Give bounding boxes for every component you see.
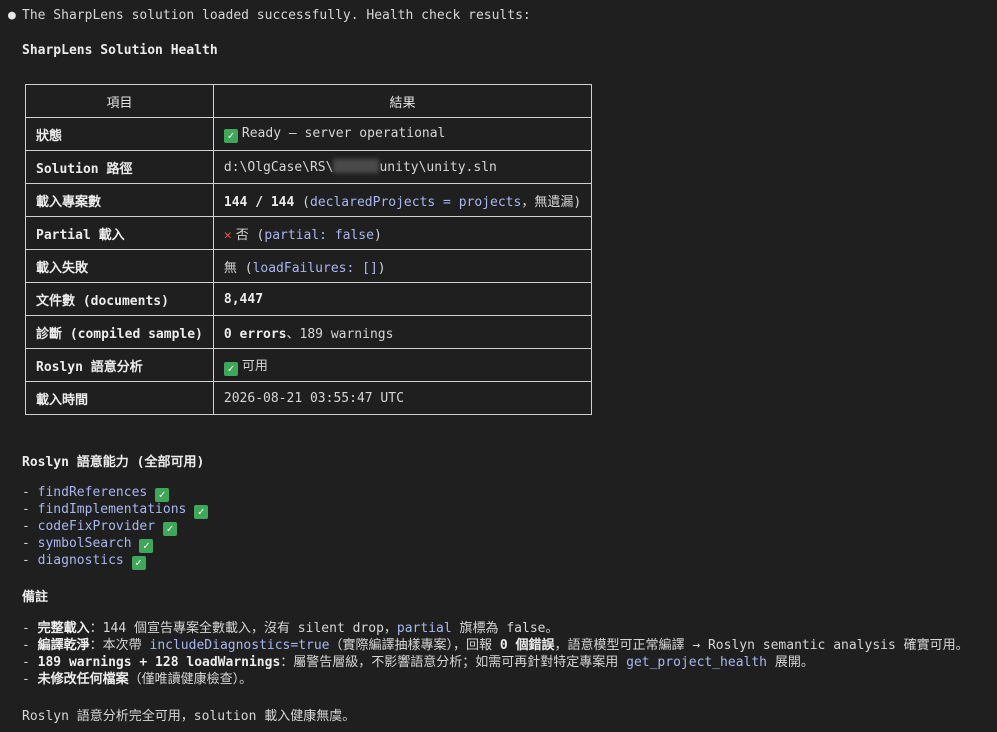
load-time: 2026-08-21 03:55:47 UTC xyxy=(223,390,404,406)
check-icon: ✓ xyxy=(139,539,154,553)
inline-code: loadFailures: [] xyxy=(252,260,378,276)
error-count: 0 errors xyxy=(223,326,287,342)
row-key: 診斷 (compiled sample) xyxy=(25,315,214,349)
table-header-row: 項目 結果 xyxy=(25,84,593,118)
status-value: Ready — server operational xyxy=(241,125,446,141)
notes-title: 備註 xyxy=(22,590,49,605)
row-key: Solution 路徑 xyxy=(25,150,214,184)
table-row: 狀態 ✓ Ready — server operational xyxy=(25,117,593,151)
check-icon: ✓ xyxy=(223,128,238,143)
table-row: 文件數 (documents) 8,447 xyxy=(25,282,593,316)
check-icon: ✓ xyxy=(155,488,170,502)
path-prefix: d:\OlgCase\RS\ xyxy=(223,160,334,175)
warning-count: 、189 warnings xyxy=(286,326,394,342)
table-row: Roslyn 語意分析 ✓ 可用 xyxy=(25,348,593,382)
bullet-icon: ● xyxy=(8,8,16,23)
list-item: - findReferences ✓ xyxy=(22,484,212,502)
capabilities-list: - findReferences ✓ - findImplementations… xyxy=(22,484,212,570)
document-count: 8,447 xyxy=(223,291,264,307)
list-item: - findImplementations ✓ xyxy=(22,501,212,519)
inline-code: partial xyxy=(396,621,452,636)
table-row: Partial 載入 ✕ 否 (partial: false) xyxy=(25,216,593,250)
list-item: - 未修改任何檔案（僅唯讀健康檢查）。 xyxy=(22,672,253,687)
footer-summary: Roslyn 語意分析完全可用，solution 載入健康無虞。 xyxy=(22,709,356,724)
row-key: 文件數 (documents) xyxy=(25,282,214,316)
check-icon: ✓ xyxy=(162,522,177,536)
intro-line: ● The SharpLens solution loaded successfu… xyxy=(8,8,531,23)
row-key: 狀態 xyxy=(25,117,214,151)
terminal-output: ● The SharpLens solution loaded successfu… xyxy=(0,0,997,732)
table-row: 載入專案數 144 / 144 (declaredProjects = proj… xyxy=(25,183,593,217)
column-header-result: 結果 xyxy=(212,84,593,118)
inline-code: declaredProjects = projects xyxy=(310,194,522,210)
list-item: - 完整載入：144 個宣告專案全數載入，沒有 silent drop，part… xyxy=(22,621,559,636)
cross-icon: ✕ xyxy=(223,227,232,243)
list-item: - 189 warnings + 128 loadWarnings：屬警告層級，… xyxy=(22,655,814,670)
table-row: 載入失敗 無 (loadFailures: []) xyxy=(25,249,593,283)
page-title: SharpLens Solution Health xyxy=(22,43,218,58)
table-row: 載入時間 2026-08-21 03:55:47 UTC xyxy=(25,381,593,415)
list-item: - codeFixProvider ✓ xyxy=(22,518,212,536)
check-icon: ✓ xyxy=(194,505,209,519)
column-header-item: 項目 xyxy=(25,84,214,118)
row-key: Roslyn 語意分析 xyxy=(25,348,214,382)
table-row: 診斷 (compiled sample) 0 errors、189 warnin… xyxy=(25,315,593,349)
row-key: Partial 載入 xyxy=(25,216,214,250)
notes-list: - 完整載入：144 個宣告專案全數載入，沒有 silent drop，part… xyxy=(22,620,969,688)
inline-code: includeDiagnostics=true xyxy=(149,638,330,653)
table-row: Solution 路徑 d:\OlgCase\RS\ unity\unity.sl… xyxy=(25,150,593,184)
inline-code: get_project_health xyxy=(626,655,768,670)
list-item: - 編譯乾淨：本次帶 includeDiagnostics=true（實際編譯抽… xyxy=(22,638,969,653)
row-key: 載入失敗 xyxy=(25,249,214,283)
list-item: - symbolSearch ✓ xyxy=(22,535,212,553)
project-count: 144 / 144 xyxy=(223,194,295,210)
list-item: - diagnostics ✓ xyxy=(22,552,212,570)
inline-code: partial: false xyxy=(264,227,374,243)
path-suffix: unity\unity.sln xyxy=(379,160,497,175)
capabilities-title: Roslyn 語意能力 (全部可用) xyxy=(22,455,205,470)
row-key: 載入時間 xyxy=(25,381,214,415)
check-icon: ✓ xyxy=(131,556,146,570)
row-key: 載入專案數 xyxy=(25,183,214,217)
redacted-blur xyxy=(333,159,380,173)
check-icon: ✓ xyxy=(223,361,238,376)
health-table: 項目 結果 狀態 ✓ Ready — server operational Sol… xyxy=(25,84,593,415)
